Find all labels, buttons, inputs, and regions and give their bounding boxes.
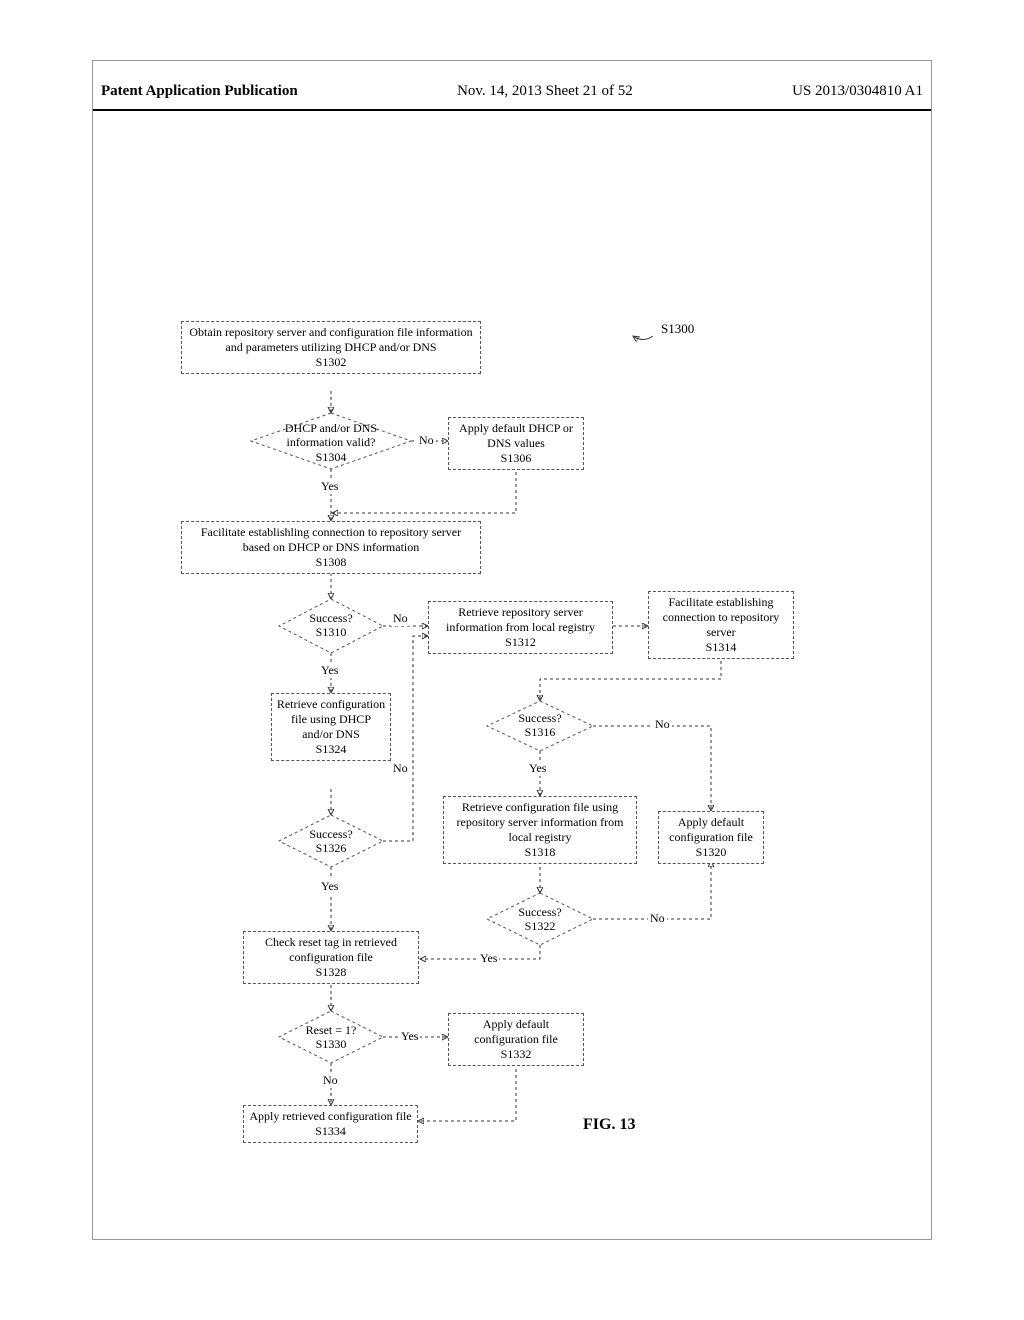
step-id: S1312 xyxy=(433,635,608,650)
step-s1324: Retrieve configuration file using DHCP a… xyxy=(271,693,391,761)
header-right: US 2013/0304810 A1 xyxy=(792,83,923,103)
step-id: S1306 xyxy=(453,451,579,466)
edge-yes: Yes xyxy=(319,479,340,494)
step-text: Facilitate establishling connection to r… xyxy=(186,525,476,555)
edge-no: No xyxy=(391,611,410,626)
step-id: S1308 xyxy=(186,555,476,570)
edge-yes: Yes xyxy=(478,951,499,966)
edge-no: No xyxy=(321,1073,340,1088)
header-center: Nov. 14, 2013 Sheet 21 of 52 xyxy=(457,83,633,103)
decision-s1316 xyxy=(540,726,541,727)
step-id: S1302 xyxy=(186,355,476,370)
step-id: S1332 xyxy=(453,1047,579,1062)
step-s1320: Apply default configuration file S1320 xyxy=(658,811,764,864)
step-text: Apply default DHCP or DNS values xyxy=(453,421,579,451)
figure-label: FIG. 13 xyxy=(583,1116,635,1134)
page-header: Patent Application Publication Nov. 14, … xyxy=(93,83,931,111)
step-text: Check reset tag in retrieved configurati… xyxy=(248,935,414,965)
step-text: Retrieve configuration file using reposi… xyxy=(448,800,632,845)
step-text: Apply default configuration file xyxy=(663,815,759,845)
step-s1314: Facilitate establishing connection to re… xyxy=(648,591,794,659)
page-frame: Patent Application Publication Nov. 14, … xyxy=(92,60,932,1240)
header-left: Patent Application Publication xyxy=(101,83,298,103)
step-s1334: Apply retrieved configuration file S1334 xyxy=(243,1105,418,1143)
decision-s1326 xyxy=(331,841,332,842)
edge-no: No xyxy=(391,761,410,776)
step-s1302: Obtain repository server and configurati… xyxy=(181,321,481,374)
step-id: S1324 xyxy=(276,742,386,757)
step-s1306: Apply default DHCP or DNS values S1306 xyxy=(448,417,584,470)
step-id: S1334 xyxy=(248,1124,413,1139)
step-id: S1328 xyxy=(248,965,414,980)
step-s1328: Check reset tag in retrieved configurati… xyxy=(243,931,419,984)
reference-tag: S1300 xyxy=(661,321,694,337)
edge-no: No xyxy=(648,911,667,926)
decision-s1304 xyxy=(331,441,332,442)
step-text: Apply retrieved configuration file xyxy=(248,1109,413,1124)
edge-yes: Yes xyxy=(319,663,340,678)
step-s1332: Apply default configuration file S1332 xyxy=(448,1013,584,1066)
step-id: S1314 xyxy=(653,640,789,655)
decision-s1330 xyxy=(331,1037,332,1038)
edge-yes: Yes xyxy=(399,1029,420,1044)
step-text: Apply default configuration file xyxy=(453,1017,579,1047)
step-text: Obtain repository server and configurati… xyxy=(186,325,476,355)
step-text: Facilitate establishing connection to re… xyxy=(653,595,789,640)
step-s1308: Facilitate establishling connection to r… xyxy=(181,521,481,574)
diagram-canvas: S1300 Obtain repository server and confi… xyxy=(93,121,931,1239)
decision-s1310 xyxy=(331,626,332,627)
step-id: S1320 xyxy=(663,845,759,860)
decision-s1322 xyxy=(540,919,541,920)
edge-yes: Yes xyxy=(319,879,340,894)
edge-no: No xyxy=(653,717,672,732)
step-text: Retrieve configuration file using DHCP a… xyxy=(276,697,386,742)
edge-yes: Yes xyxy=(527,761,548,776)
edge-no: No xyxy=(417,433,436,448)
step-text: Retrieve repository server information f… xyxy=(433,605,608,635)
step-s1312: Retrieve repository server information f… xyxy=(428,601,613,654)
ref-tag-text: S1300 xyxy=(661,321,694,336)
